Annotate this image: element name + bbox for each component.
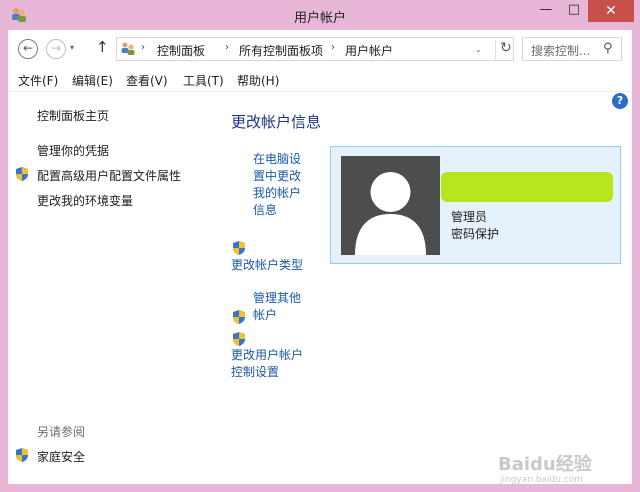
- task-link-line[interactable]: 管理其他: [253, 290, 301, 307]
- uac-shield-icon: [15, 166, 29, 182]
- address-bar[interactable]: › 控制面板 › 所有控制面板项 › 用户帐户 ⌄ ↻: [116, 37, 514, 61]
- change-account-type-link[interactable]: 更改帐户类型: [231, 257, 303, 274]
- breadcrumb-control-panel[interactable]: 控制面板: [157, 42, 205, 59]
- address-dropdown-button[interactable]: ⌄: [475, 45, 482, 54]
- task-link-line[interactable]: 更改用户帐户: [231, 347, 303, 364]
- breadcrumb-separator[interactable]: ›: [331, 42, 335, 53]
- uac-shield-icon: [232, 240, 246, 256]
- account-role: 管理员: [451, 210, 488, 224]
- svg-text:jingyan.baidu.com: jingyan.baidu.com: [499, 475, 583, 484]
- avatar[interactable]: [341, 156, 440, 255]
- change-account-in-pc-settings-link[interactable]: 在电脑设 置中更改 我的帐户 信息: [253, 151, 301, 219]
- manage-credentials-link[interactable]: 管理你的凭据: [37, 142, 109, 159]
- task-link-line[interactable]: 控制设置: [231, 364, 303, 381]
- menu-help[interactable]: 帮助(H): [237, 72, 279, 89]
- uac-shield-icon: [15, 447, 29, 463]
- up-button[interactable]: ↑: [96, 38, 109, 56]
- menu-file[interactable]: 文件(F): [18, 72, 58, 89]
- baidu-watermark-logo: Baidu经验 jingyan.baidu.com: [498, 450, 628, 485]
- page-title: 更改帐户信息: [231, 113, 322, 131]
- uac-shield-icon: [232, 309, 246, 325]
- breadcrumb-all-items[interactable]: 所有控制面板项: [239, 42, 323, 59]
- forward-button[interactable]: →: [46, 39, 66, 59]
- task-link-line[interactable]: 置中更改: [253, 168, 301, 185]
- advanced-profile-properties-link[interactable]: 配置高级用户配置文件属性: [37, 167, 181, 184]
- search-box[interactable]: 搜索控制... ⚲: [522, 37, 622, 61]
- breadcrumb-user-accounts[interactable]: 用户帐户: [345, 42, 393, 59]
- uac-shield-icon: [232, 331, 246, 347]
- close-button[interactable]: ✕: [588, 0, 634, 22]
- manage-other-accounts-link[interactable]: 管理其他 帐户: [253, 290, 301, 324]
- back-button[interactable]: ←: [18, 39, 38, 59]
- refresh-button[interactable]: ↻: [495, 40, 512, 60]
- see-also-heading: 另请参阅: [37, 425, 86, 439]
- minimize-button[interactable]: —: [532, 0, 560, 22]
- svg-text:Baidu经验: Baidu经验: [498, 453, 593, 475]
- task-link-line[interactable]: 更改帐户类型: [231, 257, 303, 274]
- account-name-redaction: [441, 172, 613, 202]
- menu-tools[interactable]: 工具(T): [183, 72, 224, 89]
- control-panel-icon: [120, 41, 136, 57]
- navigation-bar: ← → ▾ ↑ › 控制面板 › 所有控制面板项 › 用户帐户 ⌄ ↻ 搜索控制…: [8, 30, 632, 68]
- task-link-line[interactable]: 我的帐户: [253, 185, 301, 202]
- maximize-button[interactable]: □: [560, 0, 588, 22]
- account-card: 管理员 密码保护: [330, 146, 621, 264]
- recent-locations-button[interactable]: ▾: [70, 43, 74, 52]
- title-bar: 用户帐户 — □ ✕: [0, 0, 640, 30]
- control-panel-home-link[interactable]: 控制面板主页: [37, 107, 109, 124]
- search-placeholder[interactable]: 搜索控制...: [531, 42, 590, 59]
- user-silhouette-icon: [355, 172, 426, 255]
- menu-edit[interactable]: 编辑(E): [72, 72, 113, 89]
- task-link-line[interactable]: 在电脑设: [253, 151, 301, 168]
- task-link-line[interactable]: 信息: [253, 202, 301, 219]
- menu-bar: 文件(F) 编辑(E) 查看(V) 工具(T) 帮助(H): [8, 68, 632, 92]
- task-link-line[interactable]: 帐户: [253, 307, 301, 324]
- environment-variables-link[interactable]: 更改我的环境变量: [37, 192, 133, 209]
- window: 用户帐户 — □ ✕ ← → ▾ ↑ › 控制面板 › 所有控制面板项 › 用户…: [0, 0, 640, 492]
- change-uac-settings-link[interactable]: 更改用户帐户 控制设置: [231, 347, 303, 381]
- help-icon[interactable]: ?: [612, 93, 628, 109]
- client-area: ← → ▾ ↑ › 控制面板 › 所有控制面板项 › 用户帐户 ⌄ ↻ 搜索控制…: [8, 30, 632, 485]
- family-safety-link[interactable]: 家庭安全: [37, 448, 85, 465]
- breadcrumb-separator[interactable]: ›: [225, 42, 229, 53]
- menu-view[interactable]: 查看(V): [126, 72, 168, 89]
- breadcrumb-separator[interactable]: ›: [141, 42, 145, 53]
- password-status: 密码保护: [451, 227, 500, 241]
- search-icon[interactable]: ⚲: [603, 41, 613, 56]
